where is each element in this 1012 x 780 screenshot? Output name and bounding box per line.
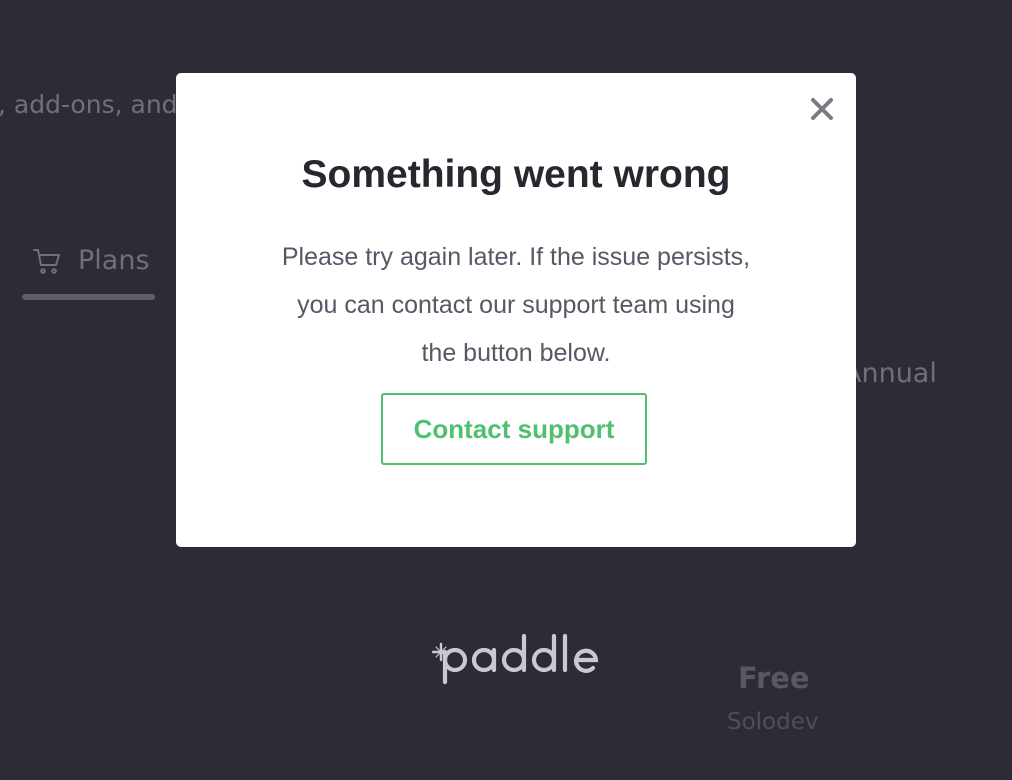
modal-message-line: the button below. xyxy=(421,339,611,367)
paddle-logo xyxy=(431,622,602,688)
cart-icon xyxy=(32,246,62,276)
plan-name: Free xyxy=(738,661,810,695)
close-button[interactable] xyxy=(808,95,836,123)
active-tab-indicator xyxy=(22,294,155,300)
modal-message-line: you can contact our support team using xyxy=(297,291,735,319)
modal-message-line: Please try again later. If the issue per… xyxy=(281,243,751,271)
page-subtitle: , add-ons, and xyxy=(0,90,178,119)
tab-plans-label: Plans xyxy=(78,245,150,276)
tab-plans[interactable]: Plans xyxy=(22,242,155,302)
close-icon xyxy=(811,98,833,120)
billing-annual-label: Annual xyxy=(843,358,937,389)
plan-subtitle: Solodev xyxy=(727,709,819,735)
modal-title: Something went wrong xyxy=(301,153,731,196)
error-modal: Something went wrong Please try again la… xyxy=(176,73,856,547)
contact-support-button[interactable]: Contact support xyxy=(381,393,647,465)
modal-message: Please try again later. If the issue per… xyxy=(236,233,796,377)
